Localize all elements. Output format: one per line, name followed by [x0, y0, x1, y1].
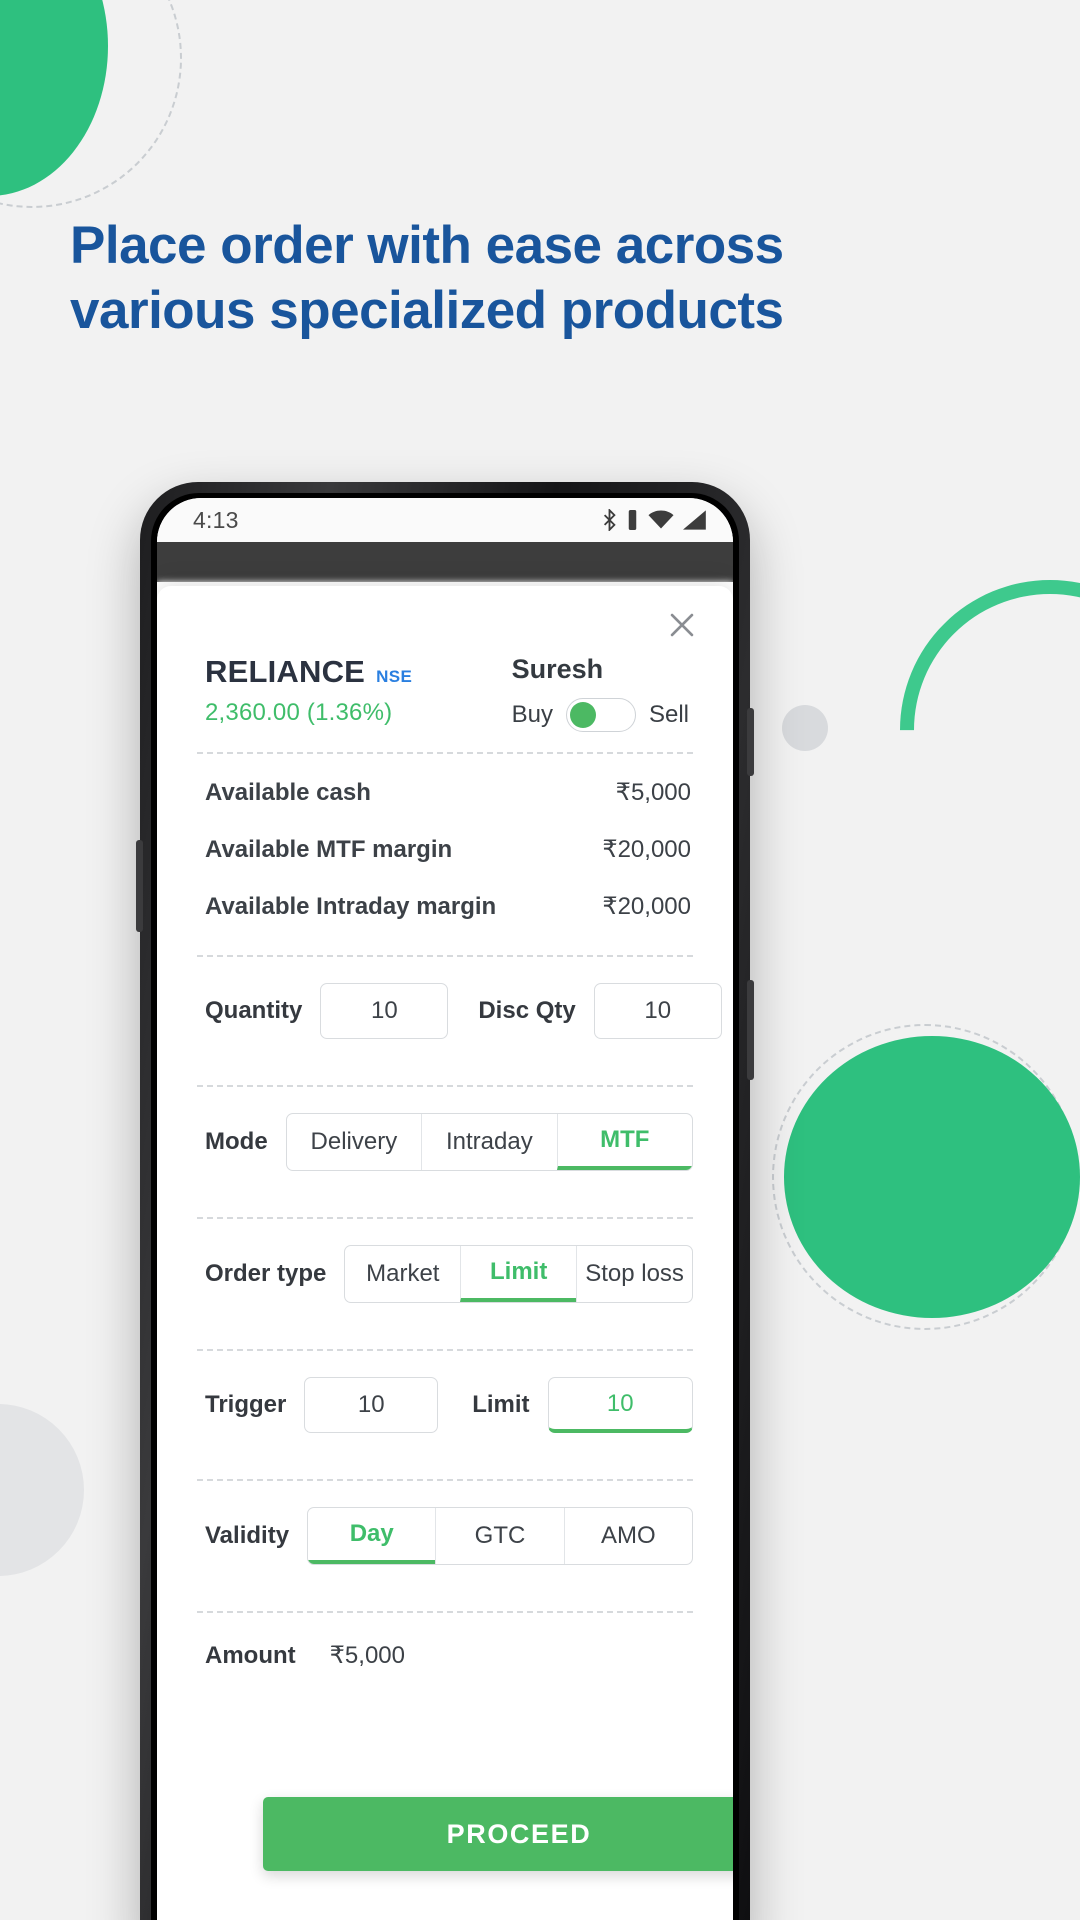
table-row: Available Intraday margin ₹20,000 — [205, 878, 691, 935]
status-bar-clock: 4:13 — [193, 506, 239, 533]
disc-qty-input[interactable]: 10 — [593, 983, 722, 1039]
amount-value: ₹5,000 — [329, 1642, 405, 1669]
decorative-green-arc-right — [837, 517, 1080, 943]
status-bar: 4:13 — [157, 498, 733, 542]
table-row: Available MTF margin ₹20,000 — [205, 821, 691, 878]
trigger-label: Trigger — [205, 1391, 287, 1418]
quantity-row: Quantity 10 Disc Qty 10 — [189, 957, 722, 1065]
validity-segmented-control: Day GTC AMO — [307, 1507, 693, 1565]
buy-sell-toggle-row: Buy Sell — [512, 698, 689, 732]
mode-label: Mode — [205, 1128, 268, 1155]
validity-option-amo[interactable]: AMO — [563, 1508, 692, 1564]
validity-option-gtc[interactable]: GTC — [435, 1508, 563, 1564]
balance-value: ₹20,000 — [602, 893, 691, 920]
phone-screen: 4:13 RELIANCE NSE 2,360.00 (1.36%) Sures… — [157, 498, 733, 1920]
account-name: Suresh — [511, 654, 604, 684]
close-icon[interactable] — [665, 608, 699, 642]
order-type-label: Order type — [205, 1260, 327, 1287]
decorative-green-circle-top-left — [0, 0, 108, 196]
quantity-label: Quantity — [205, 997, 303, 1024]
page-title: Place order with ease across various spe… — [70, 214, 870, 343]
disc-qty-label: Disc Qty — [478, 997, 576, 1024]
instrument-info: RELIANCE NSE 2,360.00 (1.36%) — [205, 654, 412, 727]
buy-label[interactable]: Buy — [512, 701, 553, 729]
buy-sell-toggle[interactable] — [565, 698, 636, 732]
phone-side-button-left[interactable] — [136, 840, 143, 932]
toggle-knob — [569, 702, 596, 728]
order-type-row: Order type Market Limit Stop loss — [189, 1219, 701, 1329]
decorative-grey-circle-bottom-left — [0, 1404, 84, 1576]
trigger-input[interactable]: 10 — [304, 1377, 439, 1433]
mode-option-delivery[interactable]: Delivery — [287, 1114, 421, 1170]
phone-bezel: 4:13 RELIANCE NSE 2,360.00 (1.36%) Sures… — [151, 493, 739, 1920]
decorative-grey-dot-right — [782, 705, 828, 751]
signal-icon — [683, 510, 707, 530]
amount-row: Amount ₹5,000 — [189, 1613, 701, 1696]
instrument-symbol: RELIANCE — [205, 654, 366, 689]
order-type-option-market[interactable]: Market — [345, 1246, 460, 1302]
mode-option-intraday[interactable]: Intraday — [421, 1114, 556, 1170]
balance-value: ₹5,000 — [615, 779, 691, 806]
sell-label[interactable]: Sell — [649, 701, 689, 729]
limit-label: Limit — [472, 1391, 530, 1418]
balance-value: ₹20,000 — [602, 836, 691, 863]
limit-input[interactable]: 10 — [547, 1377, 693, 1433]
symbol-line: RELIANCE NSE — [205, 654, 412, 690]
order-pad-sheet: RELIANCE NSE 2,360.00 (1.36%) Suresh Buy — [157, 586, 733, 1920]
phone-power-button[interactable] — [747, 708, 754, 776]
validity-option-day[interactable]: Day — [308, 1508, 436, 1564]
order-type-segmented-control: Market Limit Stop loss — [344, 1245, 693, 1303]
status-bar-icons — [602, 509, 707, 531]
vibrate-icon — [626, 510, 639, 530]
instrument-price: 2,360.00 (1.36%) — [205, 699, 393, 726]
balance-label: Available Intraday margin — [205, 892, 497, 920]
mode-option-mtf[interactable]: MTF — [556, 1114, 692, 1170]
wifi-icon — [648, 510, 674, 530]
phone-mockup: 4:13 RELIANCE NSE 2,360.00 (1.36%) Sures… — [136, 482, 754, 1920]
validity-row: Validity Day GTC AMO — [189, 1481, 701, 1591]
decorative-dashed-circle-top-left — [0, 0, 182, 208]
proceed-button[interactable]: PROCEED — [263, 1797, 733, 1871]
instrument-exchange: NSE — [376, 667, 413, 686]
background-app-bar — [157, 542, 733, 582]
headline-line-2: various specialized products — [70, 280, 784, 340]
bluetooth-icon — [602, 509, 617, 531]
balance-label: Available cash — [205, 778, 371, 806]
sheet-header — [189, 586, 701, 644]
mode-segmented-control: Delivery Intraday MTF — [285, 1113, 693, 1171]
amount-label: Amount — [205, 1641, 296, 1669]
phone-volume-button[interactable] — [747, 980, 754, 1080]
decorative-dashed-circle-bottom-right — [772, 1024, 1078, 1330]
proceed-button-area: PROCEED — [189, 1797, 733, 1920]
balance-label: Available MTF margin — [205, 835, 453, 863]
instrument-header: RELIANCE NSE 2,360.00 (1.36%) Suresh Buy — [189, 644, 701, 732]
table-row: Available cash ₹5,000 — [205, 764, 691, 821]
mode-row: Mode Delivery Intraday MTF — [189, 1087, 701, 1197]
validity-label: Validity — [205, 1522, 290, 1549]
headline-line-1: Place order with ease across — [70, 216, 784, 275]
decorative-green-circle-bottom-right — [784, 1036, 1080, 1318]
price-row: Trigger 10 Limit 10 — [189, 1351, 701, 1459]
quantity-input[interactable]: 10 — [320, 983, 449, 1039]
balances-list: Available cash ₹5,000 Available MTF marg… — [189, 754, 701, 935]
account-block: Suresh Buy Sell — [512, 654, 693, 732]
order-type-option-limit[interactable]: Limit — [460, 1246, 577, 1302]
order-type-option-stop-loss[interactable]: Stop loss — [576, 1246, 692, 1302]
